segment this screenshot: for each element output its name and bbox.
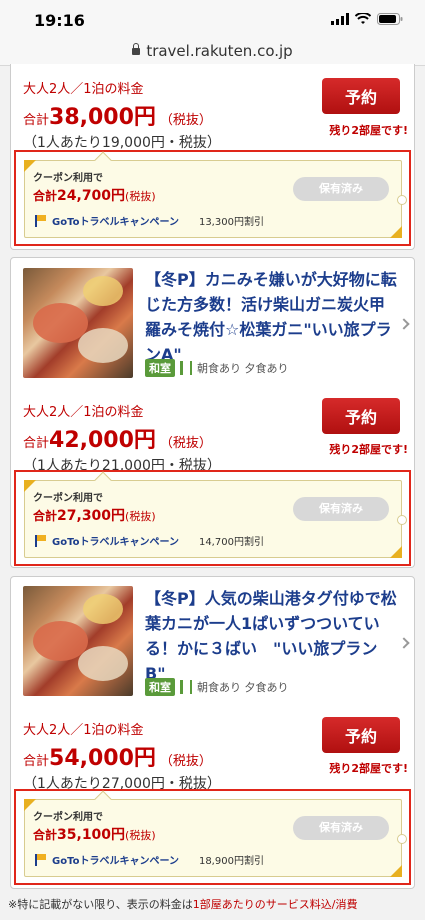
coupon-label: クーポン利用で — [33, 493, 103, 504]
coupon[interactable]: クーポン利用で 合計24,700円(税抜) 保有済み GoToトラベルキャンペー… — [24, 151, 407, 238]
flag-icon — [35, 853, 46, 866]
total-price: 合計42,000円 （税抜） — [23, 428, 212, 453]
total-price-value: 42,000円 — [49, 428, 156, 453]
chevron-right-icon[interactable] — [398, 318, 410, 330]
coupon-label: クーポン利用で — [33, 173, 103, 184]
campaign-discount: 18,900円割引 — [198, 856, 264, 867]
total-price-value: 38,000円 — [49, 105, 156, 130]
goto-campaign: GoToトラベルキャンペーン 13,300円割引 — [35, 213, 264, 228]
meals-text: 朝食あり 夕食あり — [197, 681, 289, 694]
campaign-name: GoToトラベルキャンペーン — [52, 856, 179, 867]
rooms-left: 残り2部屋です! — [329, 762, 408, 775]
per-person-price: （1人あたり19,000円・税抜） — [23, 135, 221, 151]
meals-text: 朝食あり 夕食あり — [197, 362, 289, 375]
flag-icon — [35, 214, 46, 227]
lock-icon — [132, 43, 141, 55]
coupon-total: 合計27,300円(税抜) — [33, 508, 156, 524]
campaign-name: GoToトラベルキャンペーン — [52, 537, 179, 548]
rooms-left: 残り2部屋です! — [329, 443, 408, 456]
coupon[interactable]: クーポン利用で 合計27,300円(税抜) 保有済み GoToトラベルキャンペー… — [24, 471, 407, 558]
plan-title-link[interactable]: 【冬P】カニみそ嫌いが大好物に転じた方多数！活け柴山ガニ炭火甲羅みそ焼付☆松葉ガ… — [145, 267, 397, 367]
campaign-discount: 14,700円割引 — [198, 537, 264, 548]
flag-icon — [35, 534, 46, 547]
goto-campaign: GoToトラベルキャンペーン 14,700円割引 — [35, 533, 264, 548]
saved-button[interactable]: 保有済み — [293, 177, 389, 201]
price-block: 大人2人／1泊の料金 合計38,000円 （税抜） （1人あたり19,000円・税… — [23, 78, 221, 152]
plan-occupancy: 大人2人／1泊の料金 — [23, 405, 144, 420]
reserve-button[interactable]: 予約 — [322, 398, 400, 434]
total-price: 合計38,000円 （税抜） — [23, 105, 212, 130]
total-price-value: 54,000円 — [49, 746, 156, 771]
status-time: 19:16 — [34, 11, 85, 30]
coupon-total-value: 35,100円 — [57, 827, 126, 843]
plan-title-link[interactable]: 【冬P】人気の柴山港タグ付ゆで松葉カニが一人1ぱいずつついている！かに３ばい "… — [145, 586, 397, 686]
battery-icon — [377, 13, 403, 25]
saved-button[interactable]: 保有済み — [293, 816, 389, 840]
saved-button[interactable]: 保有済み — [293, 497, 389, 521]
plan-occupancy: 大人2人／1泊の料金 — [23, 723, 144, 738]
meal-icon — [180, 361, 192, 375]
signal-icon — [331, 13, 349, 25]
total-price: 合計54,000円 （税抜） — [23, 746, 212, 771]
plan-card: 【冬P】カニみそ嫌いが大好物に転じた方多数！活け柴山ガニ炭火甲羅みそ焼付☆松葉ガ… — [10, 257, 415, 568]
coupon-total-value: 24,700円 — [57, 188, 126, 204]
reserve-button[interactable]: 予約 — [322, 78, 400, 114]
plan-occupancy: 大人2人／1泊の料金 — [23, 82, 144, 97]
campaign-name: GoToトラベルキャンペーン — [52, 217, 179, 228]
chevron-right-icon[interactable] — [398, 637, 410, 649]
meal-icon — [180, 680, 192, 694]
coupon-highlight: クーポン利用で 合計27,300円(税抜) 保有済み GoToトラベルキャンペー… — [14, 470, 411, 566]
coupon-total: 合計24,700円(税抜) — [33, 188, 156, 204]
status-bar: 19:16 — [0, 0, 425, 38]
coupon-highlight: クーポン利用で 合計24,700円(税抜) 保有済み GoToトラベルキャンペー… — [14, 150, 411, 246]
plan-tags: 和室 朝食あり 夕食あり — [145, 678, 289, 696]
status-icons — [331, 13, 403, 25]
room-type-badge: 和室 — [145, 678, 175, 696]
plan-image[interactable] — [23, 268, 133, 378]
plan-card: 【冬P】人気の柴山港タグ付ゆで松葉カニが一人1ぱいずつついている！かに３ばい "… — [10, 576, 415, 889]
plan-card: 大人2人／1泊の料金 合計38,000円 （税抜） （1人あたり19,000円・税… — [10, 64, 415, 250]
url-bar[interactable]: travel.rakuten.co.jp — [0, 38, 425, 66]
price-block: 大人2人／1泊の料金 合計54,000円 （税抜） （1人あたり27,000円・税… — [23, 719, 221, 793]
coupon-total-value: 27,300円 — [57, 508, 126, 524]
rooms-left: 残り2部屋です! — [329, 124, 408, 137]
url-text: travel.rakuten.co.jp — [146, 42, 293, 60]
coupon[interactable]: クーポン利用で 合計35,100円(税抜) 保有済み GoToトラベルキャンペー… — [24, 790, 407, 877]
plan-image[interactable] — [23, 586, 133, 696]
room-type-badge: 和室 — [145, 359, 175, 377]
campaign-discount: 13,300円割引 — [198, 217, 264, 228]
price-block: 大人2人／1泊の料金 合計42,000円 （税抜） （1人あたり21,000円・税… — [23, 401, 221, 475]
coupon-total: 合計35,100円(税抜) — [33, 827, 156, 843]
reserve-button[interactable]: 予約 — [322, 717, 400, 753]
coupon-highlight: クーポン利用で 合計35,100円(税抜) 保有済み GoToトラベルキャンペー… — [14, 789, 411, 885]
goto-campaign: GoToトラベルキャンペーン 18,900円割引 — [35, 852, 264, 867]
wifi-icon — [355, 13, 371, 24]
coupon-label: クーポン利用で — [33, 812, 103, 823]
plan-tags: 和室 朝食あり 夕食あり — [145, 359, 289, 377]
footer-note: ※特に記載がない限り、表示の料金は1部屋あたりのサービス料込/消費 — [8, 898, 358, 911]
